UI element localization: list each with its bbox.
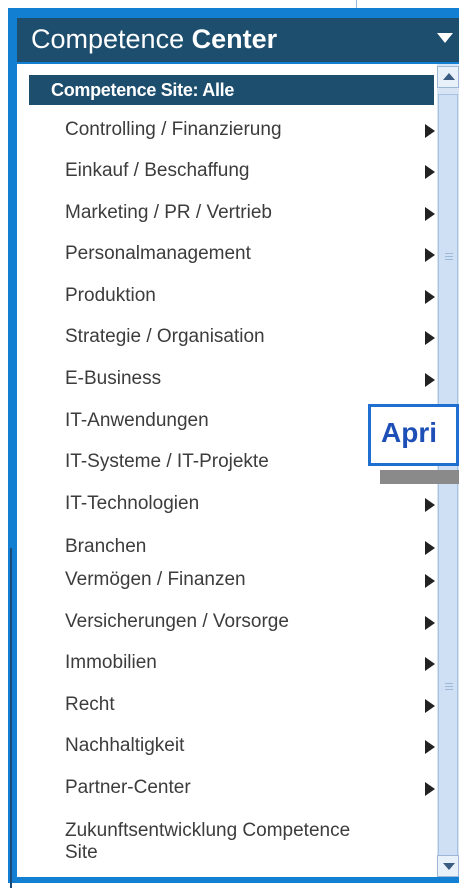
menu-item-controlling[interactable]: Controlling / Finanzierung [65, 119, 435, 141]
left-edge-marker [10, 548, 12, 888]
competence-center-header[interactable]: Competence Center [17, 18, 459, 62]
popup-shadow [380, 470, 459, 484]
chevron-right-icon [425, 699, 435, 713]
menu-item-label: Versicherungen / Vorsorge [65, 611, 289, 632]
menu-item-label: Partner-Center [65, 777, 191, 798]
menu-item-branchen[interactable]: Branchen [65, 536, 435, 558]
chevron-right-icon [425, 207, 435, 221]
chevron-right-icon [425, 124, 435, 138]
menu-item-label: Immobilien [65, 652, 157, 673]
menu-item-label: Marketing / PR / Vertrieb [65, 202, 272, 223]
menu-item-label: E-Business [65, 368, 162, 389]
menu-item-label: Controlling / Finanzierung [65, 119, 282, 140]
header-title: Competence Center [31, 24, 278, 54]
scroll-up-button[interactable] [437, 66, 459, 88]
grip-line [445, 256, 453, 257]
menu-item-label: Nachhaltigkeit [65, 735, 185, 756]
menu-item-personalmanagement[interactable]: Personalmanagement [65, 243, 435, 265]
grip-line [445, 689, 453, 690]
menu-item-label: Zukunftsentwicklung Competence Site [65, 820, 351, 863]
menu-item-nachhaltigkeit[interactable]: Nachhaltigkeit [65, 735, 435, 757]
menu-item-label: IT-Systeme / IT-Projekte [65, 451, 269, 472]
chevron-right-icon [425, 782, 435, 796]
menu-item-label: Produktion [65, 285, 156, 306]
chevron-right-icon [425, 290, 435, 304]
menu-item-produktion[interactable]: Produktion [65, 285, 435, 307]
menu-item-versicherungen[interactable]: Versicherungen / Vorsorge [65, 611, 435, 633]
chevron-right-icon [425, 248, 435, 262]
menu-item-immobilien[interactable]: Immobilien [65, 652, 435, 674]
competence-site-selector[interactable]: Competence Site: Alle [29, 75, 434, 105]
chevron-right-icon [425, 498, 435, 512]
grip-line [445, 253, 453, 254]
menu-item-label: Recht [65, 694, 115, 715]
menu-item-label: Einkauf / Beschaffung [65, 160, 250, 181]
divider [356, 0, 357, 8]
menu-item-label: Personalmanagement [65, 243, 251, 264]
chevron-down-icon[interactable] [437, 33, 453, 43]
menu-item-e-business[interactable]: E-Business [65, 368, 435, 390]
menu-item-marketing[interactable]: Marketing / PR / Vertrieb [65, 202, 435, 224]
popup-text: Apri [381, 417, 437, 448]
chevron-right-icon [425, 331, 435, 345]
menu-item-vermoegen[interactable]: Vermögen / Finanzen [65, 569, 435, 591]
chevron-right-icon [425, 373, 435, 387]
chevron-right-icon [425, 541, 435, 555]
chevron-right-icon [425, 657, 435, 671]
menu-item-zukunftsentwicklung[interactable]: Zukunftsentwicklung Competence Site [65, 820, 385, 864]
menu-item-it-technologien[interactable]: IT-Technologien [65, 493, 435, 515]
grip-line [445, 683, 453, 684]
chevron-right-icon [425, 740, 435, 754]
menu-item-label: Strategie / Organisation [65, 326, 265, 347]
menu-item-recht[interactable]: Recht [65, 694, 435, 716]
chevron-right-icon [425, 616, 435, 630]
scroll-down-button[interactable] [437, 855, 459, 877]
grip-line [445, 259, 453, 260]
chevron-right-icon [425, 574, 435, 588]
menu-item-strategie[interactable]: Strategie / Organisation [65, 326, 435, 348]
menu-item-label: IT-Technologien [65, 493, 200, 514]
menu-item-label: IT-Anwendungen [65, 410, 209, 431]
overlay-popup[interactable]: Apri [368, 404, 459, 466]
menu-item-label: Branchen [65, 536, 147, 557]
chevron-right-icon [425, 165, 435, 179]
grip-line [445, 686, 453, 687]
menu-item-label: Vermögen / Finanzen [65, 569, 246, 590]
menu-item-partner-center[interactable]: Partner-Center [65, 777, 435, 799]
menu-item-einkauf[interactable]: Einkauf / Beschaffung [65, 160, 435, 182]
